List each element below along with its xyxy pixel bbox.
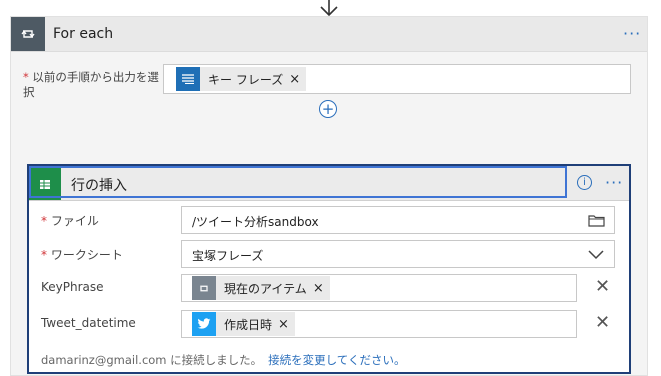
change-connection-link[interactable]: 接続を変更してください。 (268, 353, 405, 367)
insert-row-title: 行の挿入 (71, 178, 127, 194)
token-key-phrase[interactable]: キー フレーズ × (176, 67, 307, 91)
file-label: * ファイル (41, 212, 99, 229)
add-step-button[interactable]: + (319, 100, 337, 118)
token-remove-button[interactable]: × (289, 72, 306, 87)
connection-status: damarinz@gmail.com に接続しました。 (41, 353, 263, 367)
token-label: キー フレーズ (208, 72, 284, 87)
twitter-icon (192, 312, 216, 336)
insert-row-more-button[interactable]: ··· (605, 175, 623, 191)
file-field[interactable]: /ツイート分析sandbox (181, 206, 615, 234)
loop-icon (11, 17, 45, 51)
token-remove-button[interactable]: × (278, 317, 295, 332)
worksheet-label-text: ワークシート (50, 248, 123, 262)
select-output-label-text: 以前の手順から出力を選択 (23, 70, 159, 99)
list-icon (176, 67, 200, 91)
worksheet-label: * ワークシート (41, 246, 123, 263)
foreach-more-button[interactable]: ··· (623, 26, 641, 42)
required-marker: * (41, 214, 47, 228)
select-output-label: * 以前の手順から出力を選択 (23, 70, 163, 100)
keyphrase-label: KeyPhrase (41, 280, 104, 294)
foreach-title: For each (53, 26, 114, 42)
select-output-field[interactable]: キー フレーズ × (163, 64, 631, 94)
keyphrase-field[interactable]: 現在のアイテム × (181, 274, 577, 302)
chevron-down-icon[interactable] (588, 250, 604, 260)
token-current-item[interactable]: 現在のアイテム × (192, 276, 330, 300)
token-created-at[interactable]: 作成日時 × (192, 312, 295, 336)
token-remove-button[interactable]: × (313, 281, 330, 296)
tweet-datetime-field[interactable]: 作成日時 × (181, 310, 577, 338)
keyphrase-clear-button[interactable]: ✕ (595, 278, 610, 296)
tweet-datetime-clear-button[interactable]: ✕ (595, 314, 610, 332)
worksheet-value: 宝塚フレーズ (192, 249, 264, 263)
arrow-down-icon (320, 0, 338, 16)
loop-icon (192, 276, 216, 300)
foreach-body: * 以前の手順から出力を選択 キー フレーズ × + 行の挿入 i ··· * … (11, 52, 647, 374)
tweet-datetime-label: Tweet_datetime (41, 316, 136, 330)
info-icon[interactable]: i (577, 175, 592, 190)
file-label-text: ファイル (50, 214, 99, 228)
connection-info: damarinz@gmail.com に接続しました。 接続を変更してください。 (41, 352, 405, 368)
token-label: 現在のアイテム (224, 281, 307, 296)
foreach-card: For each ··· * 以前の手順から出力を選択 キー フレーズ × + … (10, 16, 648, 376)
folder-icon[interactable] (588, 214, 605, 227)
required-marker: * (23, 70, 29, 84)
insert-row-header[interactable]: 行の挿入 i ··· (29, 166, 629, 201)
token-label: 作成日時 (224, 317, 273, 332)
file-value: /ツイート分析sandbox (192, 215, 319, 229)
required-marker: * (41, 248, 47, 262)
insert-row-card: 行の挿入 i ··· * ファイル /ツイート分析sandbox * ワークシー… (27, 164, 631, 374)
worksheet-select[interactable]: 宝塚フレーズ (181, 240, 615, 268)
foreach-header[interactable]: For each ··· (11, 17, 647, 52)
